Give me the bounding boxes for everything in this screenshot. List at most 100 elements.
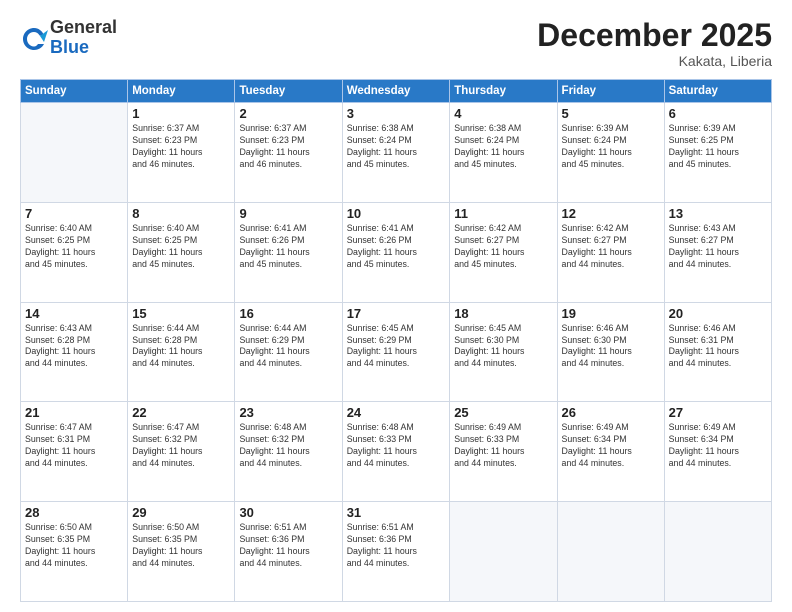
month-title: December 2025 [537, 18, 772, 53]
calendar-cell: 31Sunrise: 6:51 AM Sunset: 6:36 PM Dayli… [342, 502, 450, 602]
cell-info: Sunrise: 6:42 AM Sunset: 6:27 PM Dayligh… [562, 223, 660, 271]
calendar-cell: 10 Sunrise: 6:41 AM Sunset: 6:26 PM Dayli… [342, 202, 450, 302]
calendar-cell [664, 502, 771, 602]
calendar-header-friday: Friday [557, 80, 664, 103]
cell-info: Sunrise: 6:45 AM Sunset: 6:30 PM Dayligh… [454, 323, 552, 371]
day-number: 20 [669, 306, 767, 321]
cell-info: Sunrise: 6:50 AM Sunset: 6:35 PM Dayligh… [132, 522, 230, 570]
calendar-cell: 30Sunrise: 6:51 AM Sunset: 6:36 PM Dayli… [235, 502, 342, 602]
calendar-cell: 14 Sunrise: 6:43 AM Sunset: 6:28 PM Dayli… [21, 302, 128, 402]
cell-info: Sunrise: 6:42 AM Sunset: 6:27 PM Dayligh… [454, 223, 552, 271]
cell-info: Sunrise: 6:41 AM Sunset: 6:26 PM Dayligh… [239, 223, 337, 271]
calendar-cell: 29 Sunrise: 6:50 AM Sunset: 6:35 PM Dayli… [128, 502, 235, 602]
calendar-week-row: 28 Sunrise: 6:50 AM Sunset: 6:35 PM Dayli… [21, 502, 772, 602]
calendar-cell: 4 Sunrise: 6:38 AM Sunset: 6:24 PM Daylig… [450, 103, 557, 203]
cell-info: Sunrise: 6:41 AM Sunset: 6:26 PM Dayligh… [347, 223, 446, 271]
calendar-cell [21, 103, 128, 203]
calendar-cell: 3Sunrise: 6:38 AM Sunset: 6:24 PM Daylig… [342, 103, 450, 203]
day-number: 14 [25, 306, 123, 321]
calendar-header-row: SundayMondayTuesdayWednesdayThursdayFrid… [21, 80, 772, 103]
calendar-week-row: 14 Sunrise: 6:43 AM Sunset: 6:28 PM Dayli… [21, 302, 772, 402]
cell-info: Sunrise: 6:49 AM Sunset: 6:33 PM Dayligh… [454, 422, 552, 470]
calendar-cell: 28Sunrise: 6:50 AM Sunset: 6:35 PM Dayli… [21, 502, 128, 602]
calendar-cell: 2 Sunrise: 6:37 AM Sunset: 6:23 PM Daylig… [235, 103, 342, 203]
header: General Blue December 2025 Kakata, Liber… [20, 18, 772, 69]
calendar-header-sunday: Sunday [21, 80, 128, 103]
calendar-cell: 1Sunrise: 6:37 AM Sunset: 6:23 PM Daylig… [128, 103, 235, 203]
cell-info: Sunrise: 6:48 AM Sunset: 6:33 PM Dayligh… [347, 422, 446, 470]
title-block: December 2025 Kakata, Liberia [537, 18, 772, 69]
calendar-week-row: 1 Sunrise: 6:37 AM Sunset: 6:23 PM Daylig… [21, 103, 772, 203]
day-number: 13 [669, 206, 767, 221]
cell-info: Sunrise: 6:49 AM Sunset: 6:34 PM Dayligh… [669, 422, 767, 470]
cell-info: Sunrise: 6:44 AM Sunset: 6:28 PM Dayligh… [132, 323, 230, 371]
day-number: 22 [132, 405, 230, 420]
calendar-header-wednesday: Wednesday [342, 80, 450, 103]
location: Kakata, Liberia [537, 53, 772, 69]
calendar-cell [557, 502, 664, 602]
logo-text: General Blue [50, 18, 117, 58]
calendar-header-saturday: Saturday [664, 80, 771, 103]
calendar-cell: 7 Sunrise: 6:40 AM Sunset: 6:25 PM Daylig… [21, 202, 128, 302]
calendar-cell: 21 Sunrise: 6:47 AM Sunset: 6:31 PM Dayli… [21, 402, 128, 502]
calendar-cell: 13 Sunrise: 6:43 AM Sunset: 6:27 PM Dayli… [664, 202, 771, 302]
calendar-cell: 20 Sunrise: 6:46 AM Sunset: 6:31 PM Dayli… [664, 302, 771, 402]
day-number: 23 [239, 405, 337, 420]
day-number: 21 [25, 405, 123, 420]
day-number: 19 [562, 306, 660, 321]
day-number: 3 [347, 106, 446, 121]
calendar-cell: 24Sunrise: 6:48 AM Sunset: 6:33 PM Dayli… [342, 402, 450, 502]
logo-blue-text: Blue [50, 38, 117, 58]
calendar-cell: 23 Sunrise: 6:48 AM Sunset: 6:32 PM Dayli… [235, 402, 342, 502]
calendar-cell: 25 Sunrise: 6:49 AM Sunset: 6:33 PM Dayli… [450, 402, 557, 502]
cell-info: Sunrise: 6:40 AM Sunset: 6:25 PM Dayligh… [132, 223, 230, 271]
day-number: 16 [239, 306, 337, 321]
cell-info: Sunrise: 6:51 AM Sunset: 6:36 PM Dayligh… [347, 522, 446, 570]
cell-info: Sunrise: 6:39 AM Sunset: 6:24 PM Dayligh… [562, 123, 660, 171]
cell-info: Sunrise: 6:47 AM Sunset: 6:31 PM Dayligh… [25, 422, 123, 470]
cell-info: Sunrise: 6:43 AM Sunset: 6:27 PM Dayligh… [669, 223, 767, 271]
cell-info: Sunrise: 6:51 AM Sunset: 6:36 PM Dayligh… [239, 522, 337, 570]
calendar-header-tuesday: Tuesday [235, 80, 342, 103]
cell-info: Sunrise: 6:44 AM Sunset: 6:29 PM Dayligh… [239, 323, 337, 371]
cell-info: Sunrise: 6:38 AM Sunset: 6:24 PM Dayligh… [454, 123, 552, 171]
cell-info: Sunrise: 6:46 AM Sunset: 6:31 PM Dayligh… [669, 323, 767, 371]
calendar-header-thursday: Thursday [450, 80, 557, 103]
day-number: 17 [347, 306, 446, 321]
calendar-cell: 15Sunrise: 6:44 AM Sunset: 6:28 PM Dayli… [128, 302, 235, 402]
day-number: 2 [239, 106, 337, 121]
calendar-week-row: 7 Sunrise: 6:40 AM Sunset: 6:25 PM Daylig… [21, 202, 772, 302]
day-number: 29 [132, 505, 230, 520]
cell-info: Sunrise: 6:39 AM Sunset: 6:25 PM Dayligh… [669, 123, 767, 171]
calendar-cell: 19Sunrise: 6:46 AM Sunset: 6:30 PM Dayli… [557, 302, 664, 402]
calendar-cell: 27Sunrise: 6:49 AM Sunset: 6:34 PM Dayli… [664, 402, 771, 502]
day-number: 1 [132, 106, 230, 121]
day-number: 28 [25, 505, 123, 520]
logo-icon [20, 24, 48, 52]
calendar-cell: 6 Sunrise: 6:39 AM Sunset: 6:25 PM Daylig… [664, 103, 771, 203]
calendar-cell: 18Sunrise: 6:45 AM Sunset: 6:30 PM Dayli… [450, 302, 557, 402]
cell-info: Sunrise: 6:48 AM Sunset: 6:32 PM Dayligh… [239, 422, 337, 470]
calendar-cell: 26Sunrise: 6:49 AM Sunset: 6:34 PM Dayli… [557, 402, 664, 502]
cell-info: Sunrise: 6:40 AM Sunset: 6:25 PM Dayligh… [25, 223, 123, 271]
calendar-table: SundayMondayTuesdayWednesdayThursdayFrid… [20, 79, 772, 602]
day-number: 10 [347, 206, 446, 221]
day-number: 8 [132, 206, 230, 221]
calendar-header-monday: Monday [128, 80, 235, 103]
cell-info: Sunrise: 6:49 AM Sunset: 6:34 PM Dayligh… [562, 422, 660, 470]
cell-info: Sunrise: 6:47 AM Sunset: 6:32 PM Dayligh… [132, 422, 230, 470]
calendar-cell: 8 Sunrise: 6:40 AM Sunset: 6:25 PM Daylig… [128, 202, 235, 302]
calendar-cell: 22 Sunrise: 6:47 AM Sunset: 6:32 PM Dayli… [128, 402, 235, 502]
day-number: 6 [669, 106, 767, 121]
day-number: 9 [239, 206, 337, 221]
calendar-cell: 17 Sunrise: 6:45 AM Sunset: 6:29 PM Dayli… [342, 302, 450, 402]
calendar-cell: 5 Sunrise: 6:39 AM Sunset: 6:24 PM Daylig… [557, 103, 664, 203]
cell-info: Sunrise: 6:45 AM Sunset: 6:29 PM Dayligh… [347, 323, 446, 371]
day-number: 5 [562, 106, 660, 121]
cell-info: Sunrise: 6:43 AM Sunset: 6:28 PM Dayligh… [25, 323, 123, 371]
day-number: 7 [25, 206, 123, 221]
day-number: 4 [454, 106, 552, 121]
day-number: 25 [454, 405, 552, 420]
calendar-week-row: 21 Sunrise: 6:47 AM Sunset: 6:31 PM Dayli… [21, 402, 772, 502]
cell-info: Sunrise: 6:37 AM Sunset: 6:23 PM Dayligh… [239, 123, 337, 171]
